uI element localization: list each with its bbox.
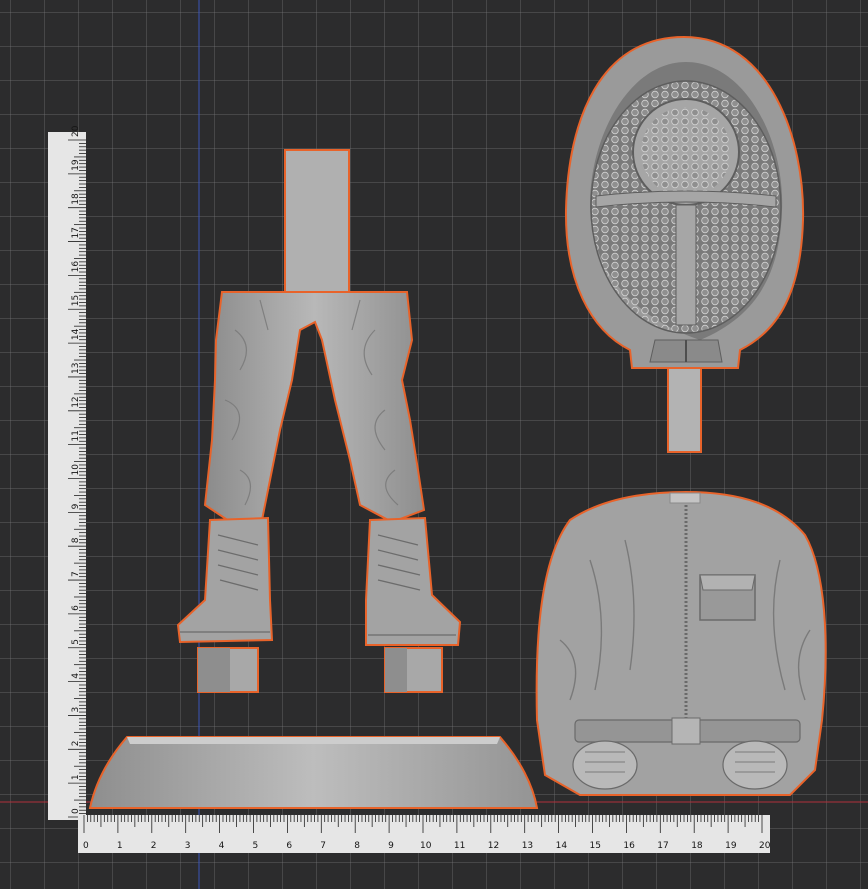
horizontal-ruler-label: 19 — [725, 841, 737, 851]
3d-viewport[interactable]: 0 1 2 3 4 5 6 7 8 9 10 11 12 13 14 15 16 17 18 19 20 0123456… — [0, 0, 868, 889]
horizontal-ruler-label: 5 — [253, 841, 259, 851]
vertical-ruler-label: 10 — [71, 464, 81, 476]
horizontal-ruler-label: 3 — [185, 841, 191, 851]
vertical-ruler-label: 13 — [71, 362, 81, 373]
vertical-ruler-label: 18 — [71, 193, 81, 205]
horizontal-ruler-label: 13 — [522, 841, 533, 851]
vertical-ruler-label: 2 — [71, 741, 81, 747]
vertical-ruler-label: 12 — [71, 396, 81, 407]
vertical-ruler-label: 19 — [71, 159, 81, 171]
vertical-ruler: 01234567891011121314151617181920 — [48, 125, 86, 820]
horizontal-ruler-label: 0 — [83, 841, 89, 851]
jacket-torso-part[interactable] — [535, 490, 827, 796]
masked-head-part[interactable] — [564, 35, 805, 453]
vertical-ruler-label: 7 — [71, 571, 81, 577]
vertical-ruler-label: 0 — [71, 808, 81, 814]
vertical-ruler-label: 17 — [71, 227, 81, 238]
horizontal-ruler-label: 16 — [623, 841, 635, 851]
vertical-ruler-label: 5 — [71, 639, 81, 645]
vertical-ruler-label: 20 — [71, 125, 81, 137]
vertical-ruler-label: 14 — [71, 328, 81, 340]
horizontal-ruler-label: 4 — [219, 841, 225, 851]
horizontal-ruler-label: 15 — [590, 841, 601, 851]
vertical-ruler-label: 8 — [71, 537, 81, 543]
vertical-ruler-label: 15 — [71, 295, 81, 306]
horizontal-ruler-label: 18 — [691, 841, 703, 851]
horizontal-ruler-label: 1 — [117, 841, 123, 851]
horizontal-ruler-label: 17 — [657, 841, 668, 851]
horizontal-ruler-label: 2 — [151, 841, 157, 851]
vertical-ruler-label: 11 — [71, 430, 81, 441]
vertical-ruler-label: 6 — [71, 605, 81, 611]
legs-with-boots-part[interactable] — [176, 149, 462, 693]
horizontal-ruler-label: 12 — [488, 841, 499, 851]
horizontal-ruler-label: 10 — [420, 841, 432, 851]
vertical-ruler-label: 4 — [71, 673, 81, 679]
horizontal-ruler-label: 7 — [320, 841, 326, 851]
vertical-ruler-label: 3 — [71, 707, 81, 713]
horizontal-ruler: 0 1 2 3 4 5 6 7 8 9 10 11 12 13 14 15 16 17 18 19 20 — [78, 815, 771, 853]
horizontal-ruler-label: 11 — [454, 841, 465, 851]
horizontal-ruler-label: 20 — [759, 841, 771, 851]
horizontal-ruler-label: 8 — [354, 841, 360, 851]
scene-canvas[interactable]: 01234567891011121314151617181920 0123456… — [0, 0, 868, 889]
vertical-ruler-label: 16 — [71, 261, 81, 273]
vertical-ruler-label: 9 — [71, 503, 81, 509]
vertical-ruler-label: 1 — [71, 774, 81, 780]
horizontal-ruler-label: 6 — [286, 841, 292, 851]
horizontal-ruler-label: 14 — [556, 841, 568, 851]
horizontal-ruler-label: 9 — [388, 841, 394, 851]
round-base-part[interactable] — [88, 736, 539, 809]
